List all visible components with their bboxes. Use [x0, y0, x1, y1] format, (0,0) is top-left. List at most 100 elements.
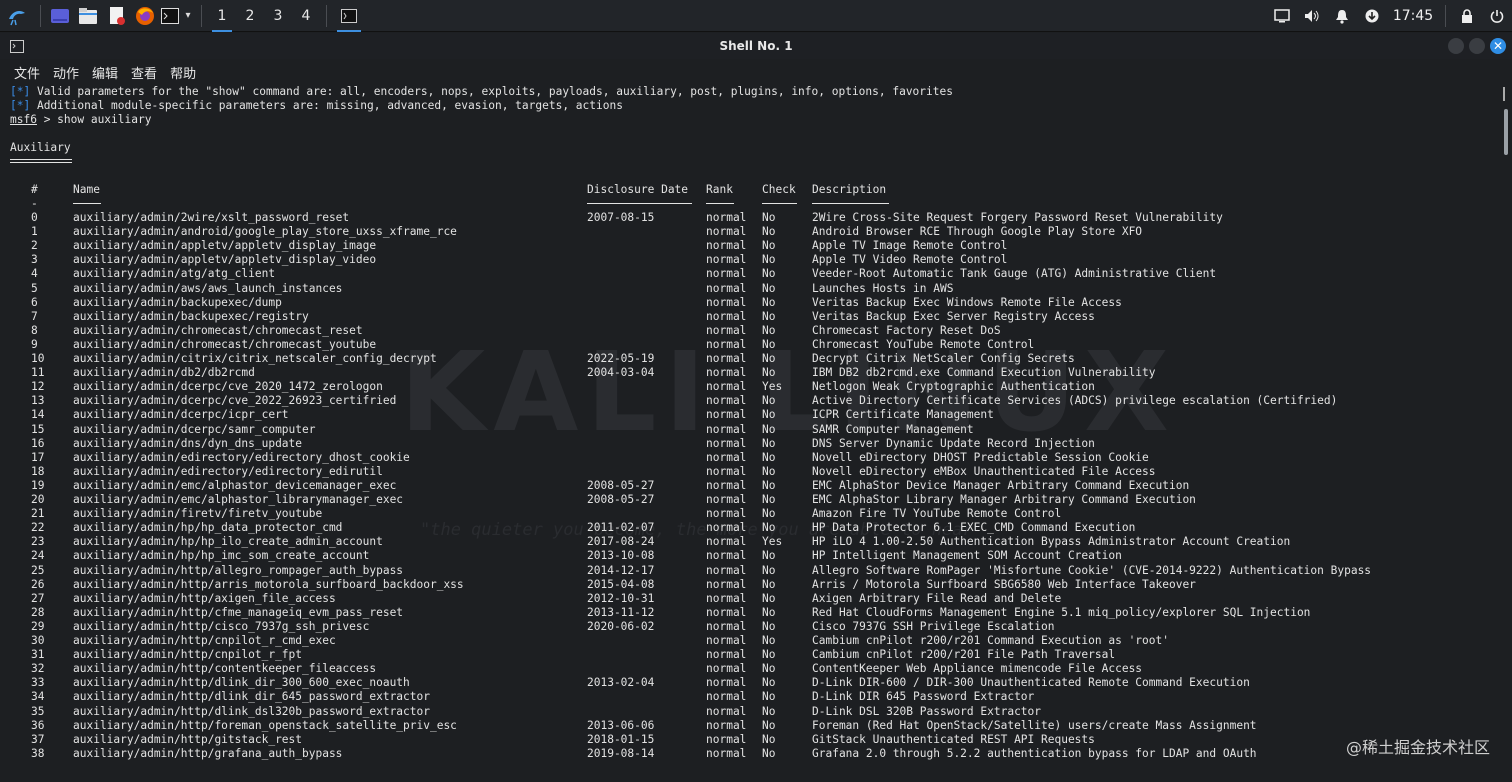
window-titlebar[interactable]: Shell No. 1 ✕ [0, 33, 1512, 59]
cell-check: No [762, 323, 776, 337]
terminal-scrollbar[interactable] [1500, 85, 1512, 782]
clock[interactable]: 17:45 [1387, 8, 1439, 24]
cell-rank: normal [706, 211, 747, 224]
cell-rank: normal [706, 309, 747, 323]
terminal-icon[interactable] [159, 0, 181, 32]
cell-desc: Amazon Fire TV YouTube Remote Control [812, 507, 1062, 521]
cell-date: 2020-06-02 [587, 619, 655, 633]
prompt-line: msf6 > show auxiliary [10, 113, 151, 127]
panel-separator [201, 4, 202, 27]
cell-desc: Veritas Backup Exec Windows Remote File … [812, 295, 1122, 309]
cell-num: 28 [31, 605, 45, 619]
cell-check: No [762, 309, 776, 323]
cell-check: No [762, 690, 776, 704]
cell-rank: normal [706, 577, 747, 591]
chevron-down-icon[interactable]: ▾ [181, 0, 195, 32]
cell-date: 2008-05-27 [587, 478, 655, 492]
cell-rank: normal [706, 352, 747, 365]
scrollbar-thumb[interactable] [1504, 109, 1508, 155]
cell-name: auxiliary/admin/http/axigen_file_access [73, 591, 336, 605]
cell-num: 9 [31, 337, 38, 351]
menu-actions[interactable]: 动作 [53, 63, 79, 82]
menu-view[interactable]: 查看 [131, 63, 157, 82]
workspace-1[interactable]: 1 [208, 0, 236, 32]
workspace-2[interactable]: 2 [236, 0, 264, 32]
juejin-watermark: @稀土掘金技术社区 [1345, 738, 1490, 757]
cell-name: auxiliary/admin/2wire/xslt_password_rese… [73, 211, 350, 224]
menu-file[interactable]: 文件 [14, 63, 40, 82]
cell-num: 27 [31, 591, 45, 605]
kali-menu-icon[interactable] [0, 0, 34, 32]
maximize-button[interactable] [1469, 38, 1485, 54]
taskbar-terminal-window[interactable] [333, 0, 365, 32]
header-desc: Description [812, 183, 887, 196]
cell-num: 16 [31, 436, 45, 450]
cell-check: No [762, 521, 776, 535]
cell-rank: normal [706, 295, 747, 309]
menu-bar: 文件 动作 编辑 查看 帮助 [0, 59, 1512, 85]
cell-desc: Novell eDirectory eMBox Unauthenticated … [812, 464, 1156, 478]
cell-check: No [762, 394, 776, 408]
cell-name: auxiliary/admin/citrix/citrix_netscaler_… [73, 352, 437, 365]
cell-check: Yes [762, 535, 783, 549]
cell-date: 2011-02-07 [587, 521, 655, 535]
volume-icon[interactable] [1297, 9, 1327, 23]
cell-name: auxiliary/admin/dcerpc/icpr_cert [73, 408, 289, 422]
firefox-icon[interactable] [131, 0, 159, 32]
cell-rank: normal [706, 394, 747, 408]
cell-desc: Decrypt Citrix NetScaler Config Secrets [812, 352, 1075, 365]
cell-check: No [762, 337, 776, 351]
file-manager-icon[interactable] [73, 0, 103, 32]
desktop-icon[interactable] [47, 0, 73, 32]
cell-rank: normal [706, 634, 747, 647]
terminal-output[interactable]: KALI LINUX "the quieter you become, the … [0, 85, 1500, 782]
cell-name: auxiliary/admin/http/cfme_manageiq_evm_p… [73, 605, 404, 619]
text-editor-icon[interactable] [103, 0, 131, 32]
cell-num: 2 [31, 239, 38, 253]
cell-check: No [762, 704, 776, 718]
cell-desc: Arris / Motorola Surfboard SBG6580 Web I… [812, 577, 1196, 591]
cell-rank: normal [706, 549, 747, 563]
cell-desc: Veeder-Root Automatic Tank Gauge (ATG) A… [812, 267, 1217, 281]
cell-num: 20 [31, 493, 45, 506]
cell-num: 24 [31, 549, 45, 563]
cell-check: Yes [762, 380, 783, 394]
cell-rank: normal [706, 676, 747, 690]
cell-check: No [762, 253, 776, 267]
cell-num: 22 [31, 521, 45, 535]
system-tray: 17:45 [1267, 0, 1512, 32]
cell-desc: D-Link DSL 320B Password Extractor [812, 704, 1042, 718]
cell-name: auxiliary/admin/http/cnpilot_r_fpt [73, 648, 303, 662]
cell-check: No [762, 436, 776, 450]
cell-date: 2017-08-24 [587, 535, 655, 549]
close-button[interactable]: ✕ [1490, 38, 1506, 54]
command-text: > show auxiliary [36, 113, 152, 126]
cell-desc: Veritas Backup Exec Server Registry Acce… [812, 309, 1095, 323]
workspace-4[interactable]: 4 [292, 0, 320, 32]
info-line-1: [*] Valid parameters for the "show" comm… [10, 85, 953, 98]
header-name: Name [73, 183, 100, 196]
cell-num: 17 [31, 450, 45, 464]
power-icon[interactable] [1482, 9, 1512, 23]
menu-help[interactable]: 帮助 [170, 63, 196, 82]
cell-name: auxiliary/admin/emc/alphastor_devicemana… [73, 478, 397, 492]
cell-name: auxiliary/admin/http/grafana_auth_bypass [73, 746, 343, 760]
cell-desc: Chromecast Factory Reset DoS [812, 323, 1001, 337]
lock-icon[interactable] [1452, 9, 1482, 23]
terminal-window-icon [10, 38, 24, 57]
cell-rank: normal [706, 323, 747, 337]
cell-desc: Axigen Arbitrary File Read and Delete [812, 591, 1062, 605]
cell-date: 2012-10-31 [587, 591, 655, 605]
menu-edit[interactable]: 编辑 [92, 63, 118, 82]
cell-name: auxiliary/admin/http/dlink_dir_300_600_e… [73, 676, 410, 690]
notification-bell-icon[interactable] [1327, 9, 1357, 24]
cell-name: auxiliary/admin/dcerpc/samr_computer [73, 422, 316, 436]
monitor-icon[interactable] [1267, 9, 1297, 23]
minimize-button[interactable] [1448, 38, 1464, 54]
cell-num: 11 [31, 366, 45, 380]
workspace-3[interactable]: 3 [264, 0, 292, 32]
header-underline [762, 203, 797, 204]
cell-desc: GitStack Unauthenticated REST API Reques… [812, 732, 1095, 746]
cell-check: No [762, 211, 776, 224]
update-icon[interactable] [1357, 9, 1387, 23]
